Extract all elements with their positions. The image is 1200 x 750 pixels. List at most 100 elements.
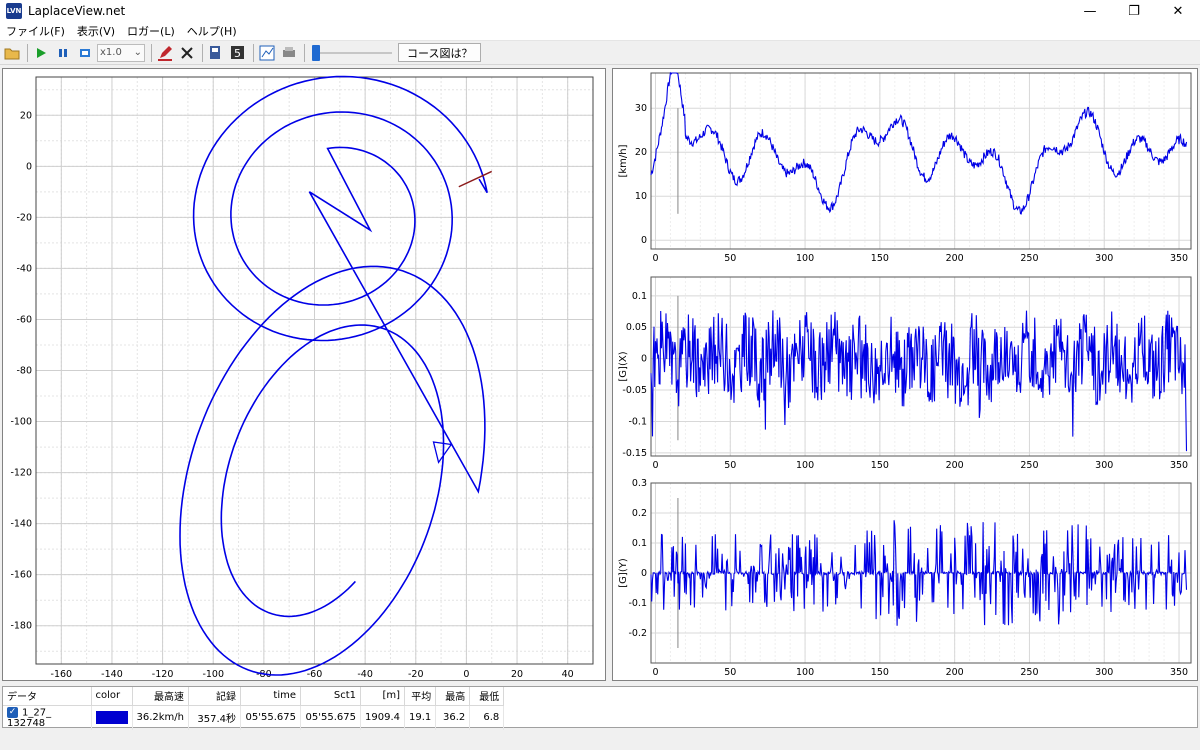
x-tick-label: 100 [796,667,814,678]
title-bar: LVN LaplaceView.net — ❐ ✕ [0,0,1200,22]
cell-time: 05'55.675 [240,705,302,730]
col-color[interactable]: color [91,687,133,706]
menu-help[interactable]: ヘルプ(H) [181,23,243,39]
x-tick-label: -60 [307,669,323,680]
x-tick-label: 200 [946,253,964,264]
x-tick-label: 150 [871,460,889,471]
x-tick-label: 350 [1170,460,1188,471]
minimize-button[interactable]: — [1068,0,1112,22]
x-tick-label: -40 [357,669,373,680]
window-title: LaplaceView.net [28,4,126,18]
x-tick-label: 300 [1095,460,1113,471]
y-tick-label: -0.05 [622,385,647,396]
col-avg[interactable]: 平均 [404,687,437,706]
col-sct1[interactable]: Sct1 [300,687,362,706]
x-tick-label: -140 [101,669,123,680]
export-icon[interactable] [206,43,226,63]
gx-chart: 0 50 100 150 200 250 300 350 -0.15 -0.1 -0.05 0 0.05… [618,276,1192,471]
series-line [650,310,1188,452]
maximize-button[interactable]: ❐ [1112,0,1156,22]
col-max-speed[interactable]: 最高速 [132,687,190,706]
x-tick-label: 150 [871,253,889,264]
x-tick-label: 300 [1095,667,1113,678]
cell-distance: 1909.4 [360,705,406,730]
speed-select[interactable]: x1.0 ⌄ [97,43,145,62]
toolbar: x1.0 ⌄ 5 コース図は？ [0,41,1200,65]
x-tick-label: 50 [724,460,736,471]
cell-max: 36.2 [435,705,471,730]
y-tick-label: -0.15 [622,448,647,459]
sector-icon[interactable]: 5 [228,43,248,63]
status-bar [0,730,1200,750]
playback-slider[interactable] [312,44,392,62]
x-tick-label: 100 [796,460,814,471]
series-line [650,71,1188,215]
svg-text:5: 5 [234,47,241,60]
open-folder-icon[interactable] [2,43,22,63]
x-tick-label: 0 [652,253,658,264]
col-time[interactable]: time [240,687,302,706]
y-tick-label: -180 [10,621,32,632]
track-map-panel[interactable]: -160 -140 -120 -100 -80 -60 -40 -20 0 20 40 20 0 -20 -… [2,68,606,681]
table-row[interactable]: ✓ 1_27_ 132748 36.2km/h 357.4秒 05'55.675 … [3,705,505,730]
slider-thumb[interactable] [312,44,320,61]
speed-chart: 0 50 100 150 200 250 300 350 0 10 20 30 [km/h] [618,71,1192,264]
rewind-icon[interactable] [75,43,95,63]
col-distance[interactable]: [m] [360,687,406,706]
close-button[interactable]: ✕ [1156,0,1200,22]
y-tick-label: -160 [10,570,32,581]
y-tick-label: -40 [16,263,32,274]
col-min[interactable]: 最低 [469,687,505,706]
speed-value: x1.0 [100,47,122,58]
y-tick-label: 0 [641,235,647,246]
x-tick-label: 50 [724,253,736,264]
x-tick-label: 40 [562,669,574,680]
col-record[interactable]: 記録 [188,687,242,706]
gy-chart: 0 50 100 150 200 250 300 350 -0.2 -0.1 0 0.1 0.2 0.3 [… [618,478,1192,678]
print-icon[interactable] [279,43,299,63]
time-series-charts[interactable]: 0 50 100 150 200 250 300 350 0 10 20 30 [km/h] 0 50 100… [613,69,1197,680]
y-tick-label: -80 [16,366,32,377]
y-axis-label: [G](Y) [618,558,629,588]
x-tick-label: -20 [408,669,424,680]
menu-file[interactable]: ファイル(F) [0,23,71,39]
y-tick-label: 0.05 [626,322,647,333]
row-checkbox[interactable]: ✓ [7,706,18,718]
delete-icon[interactable] [177,43,197,63]
y-tick-label: 0 [26,161,32,172]
app-icon: LVN [6,3,22,19]
col-data[interactable]: データ [3,687,92,706]
pause-icon[interactable] [53,43,73,63]
y-axis-label: [km/h] [618,144,629,177]
x-tick-label: 250 [1020,460,1038,471]
chart-icon[interactable] [257,43,277,63]
menu-view[interactable]: 表示(V) [71,23,121,39]
track-map-plot[interactable]: -160 -140 -120 -100 -80 -60 -40 -20 0 20 40 20 0 -20 -… [3,69,605,680]
x-tick-label: 200 [946,667,964,678]
y-tick-label: 20 [20,110,32,121]
pen-edit-icon[interactable] [155,43,175,63]
y-tick-label: 30 [635,103,647,114]
col-max[interactable]: 最高 [435,687,471,706]
play-icon[interactable] [31,43,51,63]
cell-data: ✓ 1_27_ 132748 [3,705,92,730]
x-tick-label: 150 [871,667,889,678]
x-tick-label: 350 [1170,253,1188,264]
y-tick-label: 0 [641,568,647,579]
x-tick-label: 0 [652,667,658,678]
y-tick-label: -0.1 [628,598,647,609]
y-tick-label: -120 [10,468,32,479]
color-swatch[interactable] [95,711,128,725]
menu-logger[interactable]: ロガー(L) [121,23,181,39]
x-tick-label: 200 [946,460,964,471]
lap-data-table: データ color 最高速 記録 time Sct1 [m] 平均 最高 最低 … [2,686,1198,730]
x-tick-label: 250 [1020,253,1038,264]
charts-panel: 0 50 100 150 200 250 300 350 0 10 20 30 [km/h] 0 50 100… [612,68,1198,681]
y-tick-label: -140 [10,519,32,530]
cell-color[interactable] [91,705,133,730]
course-map-button[interactable]: コース図は？ [398,43,482,62]
x-tick-label: 50 [724,667,736,678]
y-tick-label: 0.1 [632,291,647,302]
cell-record: 357.4秒 [188,705,242,730]
y-tick-label: 0.1 [632,538,647,549]
